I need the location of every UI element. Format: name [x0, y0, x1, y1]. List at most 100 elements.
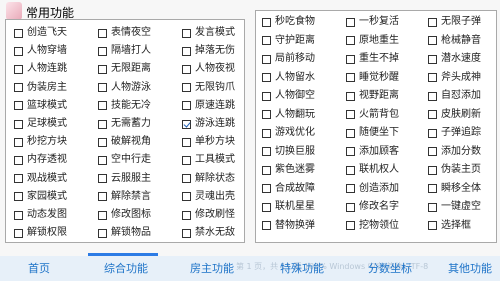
left-option-row[interactable]: 修改图标	[98, 207, 151, 223]
option-checkbox[interactable]	[262, 73, 271, 82]
right-option-row[interactable]: 添加分数	[428, 144, 481, 160]
left-option-row[interactable]: 篮球模式	[14, 98, 67, 114]
left-option-row[interactable]: 修改刷怪	[182, 207, 235, 223]
left-option-row[interactable]: 隔墙打人	[98, 43, 151, 59]
tab-5[interactable]: 分数坐标	[368, 260, 412, 276]
option-checkbox[interactable]	[428, 73, 437, 82]
option-checkbox[interactable]	[98, 101, 107, 111]
right-option-row[interactable]: 秒吃食物	[262, 14, 315, 30]
option-checkbox[interactable]	[262, 202, 271, 212]
left-option-row[interactable]: 解锁权限	[14, 225, 67, 241]
option-checkbox[interactable]	[182, 119, 191, 129]
left-option-row[interactable]: 创造飞天	[14, 25, 67, 41]
option-checkbox[interactable]	[428, 184, 437, 193]
option-checkbox[interactable]	[428, 128, 437, 138]
right-option-row[interactable]: 火箭背包	[346, 107, 399, 123]
right-option-row[interactable]: 联机权人	[346, 162, 399, 178]
option-checkbox[interactable]	[428, 165, 437, 175]
right-option-row[interactable]: 随便坐下	[346, 125, 399, 141]
option-checkbox[interactable]	[14, 83, 23, 93]
option-checkbox[interactable]	[262, 128, 271, 138]
option-checkbox[interactable]	[182, 228, 191, 238]
right-option-row[interactable]: 枪械静音	[428, 33, 481, 49]
left-option-row[interactable]: 发言模式	[182, 25, 235, 41]
option-checkbox[interactable]	[14, 228, 23, 238]
tab-2[interactable]: 综合功能	[104, 260, 148, 276]
right-option-row[interactable]: 伪装主页	[428, 162, 481, 178]
left-option-row[interactable]: 伪装房主	[14, 80, 67, 96]
left-option-row[interactable]: 无需蓄力	[98, 116, 151, 132]
right-option-row[interactable]: 修改名字	[346, 199, 399, 215]
right-option-row[interactable]: 切换巨服	[262, 144, 315, 160]
option-checkbox[interactable]	[98, 137, 107, 147]
option-checkbox[interactable]	[14, 28, 23, 38]
right-option-row[interactable]: 重生不掉	[346, 51, 399, 67]
left-option-row[interactable]: 破解视角	[98, 134, 151, 150]
option-checkbox[interactable]	[98, 83, 107, 93]
right-option-row[interactable]: 紫色迷雾	[262, 162, 315, 178]
right-option-row[interactable]: 创造添加	[346, 181, 399, 197]
right-option-row[interactable]: 一秒复活	[346, 14, 399, 30]
option-checkbox[interactable]	[14, 174, 23, 184]
option-checkbox[interactable]	[262, 184, 271, 193]
option-checkbox[interactable]	[98, 64, 107, 74]
left-option-row[interactable]: 工具模式	[182, 152, 235, 168]
left-option-row[interactable]: 无限距离	[98, 61, 151, 77]
option-checkbox[interactable]	[346, 91, 355, 101]
left-option-row[interactable]: 解除禁言	[98, 189, 151, 205]
option-checkbox[interactable]	[182, 101, 191, 111]
option-checkbox[interactable]	[182, 192, 191, 202]
right-option-row[interactable]: 瞬移全体	[428, 181, 481, 197]
option-checkbox[interactable]	[346, 165, 355, 175]
right-option-row[interactable]: 视野距离	[346, 88, 399, 104]
option-checkbox[interactable]	[346, 128, 355, 138]
option-checkbox[interactable]	[14, 210, 23, 220]
right-option-row[interactable]: 无限子弹	[428, 14, 481, 30]
left-option-row[interactable]: 表情夜空	[98, 25, 151, 41]
right-option-row[interactable]: 自怼添加	[428, 88, 481, 104]
left-option-row[interactable]: 家园模式	[14, 189, 67, 205]
left-option-row[interactable]: 游泳连跳	[182, 116, 235, 132]
right-option-row[interactable]: 游戏优化	[262, 125, 315, 141]
option-checkbox[interactable]	[428, 147, 437, 156]
right-option-row[interactable]: 合成故障	[262, 181, 315, 197]
right-option-row[interactable]: 选择框	[428, 218, 471, 234]
left-option-row[interactable]: 观战模式	[14, 171, 67, 187]
left-option-row[interactable]: 人物连跳	[14, 61, 67, 77]
right-option-row[interactable]: 睡觉秒醒	[346, 70, 399, 86]
option-checkbox[interactable]	[14, 101, 23, 111]
option-checkbox[interactable]	[262, 36, 271, 45]
option-checkbox[interactable]	[14, 155, 23, 165]
right-option-row[interactable]: 子弹追踪	[428, 125, 481, 141]
option-checkbox[interactable]	[346, 54, 355, 64]
right-option-row[interactable]: 斧头成神	[428, 70, 481, 86]
option-checkbox[interactable]	[98, 28, 107, 38]
option-checkbox[interactable]	[262, 17, 271, 27]
option-checkbox[interactable]	[346, 110, 355, 119]
left-option-row[interactable]: 解锁物品	[98, 225, 151, 241]
right-option-row[interactable]: 一键虚空	[428, 199, 481, 215]
left-option-row[interactable]: 技能无冷	[98, 98, 151, 114]
left-option-row[interactable]: 单秒方块	[182, 134, 235, 150]
option-checkbox[interactable]	[428, 91, 437, 101]
right-option-row[interactable]: 替物换弹	[262, 218, 315, 234]
left-option-row[interactable]: 内存透视	[14, 152, 67, 168]
option-checkbox[interactable]	[428, 36, 437, 45]
left-option-row[interactable]: 人物游泳	[98, 80, 151, 96]
option-checkbox[interactable]	[98, 46, 107, 56]
option-checkbox[interactable]	[98, 174, 107, 184]
left-option-row[interactable]: 动态发图	[14, 207, 67, 223]
right-option-row[interactable]: 人物翻玩	[262, 107, 315, 123]
option-checkbox[interactable]	[346, 221, 355, 230]
tab-4[interactable]: 特殊功能	[280, 260, 324, 276]
option-checkbox[interactable]	[14, 46, 23, 56]
right-option-row[interactable]: 联机星星	[262, 199, 315, 215]
left-option-row[interactable]: 掉落无伤	[182, 43, 235, 59]
option-checkbox[interactable]	[98, 155, 107, 165]
right-option-row[interactable]: 挖物领位	[346, 218, 399, 234]
option-checkbox[interactable]	[346, 147, 355, 156]
tab-6[interactable]: 其他功能	[448, 260, 492, 276]
option-checkbox[interactable]	[182, 83, 191, 93]
option-checkbox[interactable]	[182, 137, 191, 147]
option-checkbox[interactable]	[14, 137, 23, 147]
